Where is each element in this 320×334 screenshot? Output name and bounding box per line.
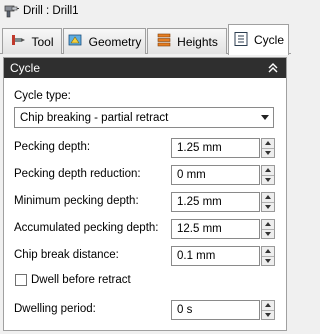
minimum-pecking-depth-spinner[interactable]: [261, 192, 275, 212]
pecking-depth-reduction-value: 0 mm: [177, 169, 206, 181]
chip-break-distance-value: 0.1 mm: [177, 250, 216, 262]
dwelling-period-label: Dwelling period:: [14, 303, 96, 315]
cycle-icon: [233, 31, 249, 50]
pecking-depth-reduction-input[interactable]: 0 mm: [171, 165, 260, 185]
minimum-pecking-depth-label: Minimum pecking depth:: [14, 195, 139, 207]
chip-break-distance-input[interactable]: 0.1 mm: [171, 246, 260, 266]
tab-geometry-label: Geometry: [88, 34, 142, 49]
drill-icon: [3, 3, 19, 19]
tab-tool-label: Tool: [31, 34, 54, 49]
accumulated-pecking-depth-label: Accumulated pecking depth:: [14, 222, 159, 234]
tab-cycle-label: Cycle: [253, 33, 284, 47]
dwelling-period-value: 0 s: [177, 304, 193, 316]
cycle-type-label: Cycle type:: [14, 90, 71, 102]
geometry-icon: [68, 32, 84, 51]
tab-tool[interactable]: Tool: [2, 28, 62, 54]
dwelling-period-spinner[interactable]: [261, 300, 275, 320]
spin-down-icon[interactable]: [262, 176, 274, 185]
dwell-before-retract-row[interactable]: Dwell before retract: [15, 274, 131, 286]
window-title: Drill : Drill1: [23, 5, 79, 17]
tool-icon: [10, 32, 26, 51]
cycle-type-select[interactable]: Chip breaking - partial retract: [14, 107, 274, 128]
dwelling-period-input[interactable]: 0 s: [171, 300, 260, 320]
pecking-depth-reduction-label: Pecking depth reduction:: [14, 168, 141, 180]
title-bar: Drill : Drill1: [0, 0, 291, 22]
minimum-pecking-depth-input[interactable]: 1.25 mm: [171, 192, 260, 212]
chip-break-distance-spinner[interactable]: [261, 246, 275, 266]
tab-heights[interactable]: Heights: [147, 28, 227, 54]
cycle-type-value: Chip breaking - partial retract: [20, 111, 169, 124]
cycle-panel: Cycle Cycle type: Chip breaking - partia…: [3, 57, 287, 331]
tab-heights-label: Heights: [177, 34, 218, 49]
spin-up-icon[interactable]: [262, 301, 274, 311]
double-chevron-up-icon[interactable]: [266, 61, 280, 75]
tab-cycle[interactable]: Cycle: [228, 24, 289, 55]
spin-down-icon[interactable]: [262, 311, 274, 320]
spin-down-icon[interactable]: [262, 149, 274, 158]
spin-down-icon[interactable]: [262, 203, 274, 212]
spin-up-icon[interactable]: [262, 220, 274, 230]
spin-up-icon[interactable]: [262, 193, 274, 203]
tab-geometry[interactable]: Geometry: [63, 28, 146, 54]
spin-up-icon[interactable]: [262, 247, 274, 257]
chip-break-distance-label: Chip break distance:: [14, 249, 119, 261]
pecking-depth-reduction-spinner[interactable]: [261, 165, 275, 185]
accumulated-pecking-depth-input[interactable]: 12.5 mm: [171, 219, 260, 239]
panel-title: Cycle: [10, 61, 41, 75]
panel-header: Cycle: [4, 58, 286, 78]
spin-up-icon[interactable]: [262, 166, 274, 176]
pecking-depth-label: Pecking depth:: [14, 141, 91, 153]
tab-bar: Tool Geometry Heights Cycle: [0, 24, 291, 55]
spin-down-icon[interactable]: [262, 230, 274, 239]
panel-body: Cycle type: Chip breaking - partial retr…: [4, 78, 286, 330]
minimum-pecking-depth-value: 1.25 mm: [177, 196, 222, 208]
spin-down-icon[interactable]: [262, 257, 274, 266]
accumulated-pecking-depth-value: 12.5 mm: [177, 223, 222, 235]
dwell-before-retract-label: Dwell before retract: [31, 274, 131, 286]
pecking-depth-spinner[interactable]: [261, 138, 275, 158]
pecking-depth-input[interactable]: 1.25 mm: [171, 138, 260, 158]
dwell-before-retract-checkbox[interactable]: [15, 274, 27, 286]
dropdown-arrow-icon: [261, 115, 269, 120]
spin-up-icon[interactable]: [262, 139, 274, 149]
accumulated-pecking-depth-spinner[interactable]: [261, 219, 275, 239]
pecking-depth-value: 1.25 mm: [177, 142, 222, 154]
heights-icon: [156, 32, 172, 51]
